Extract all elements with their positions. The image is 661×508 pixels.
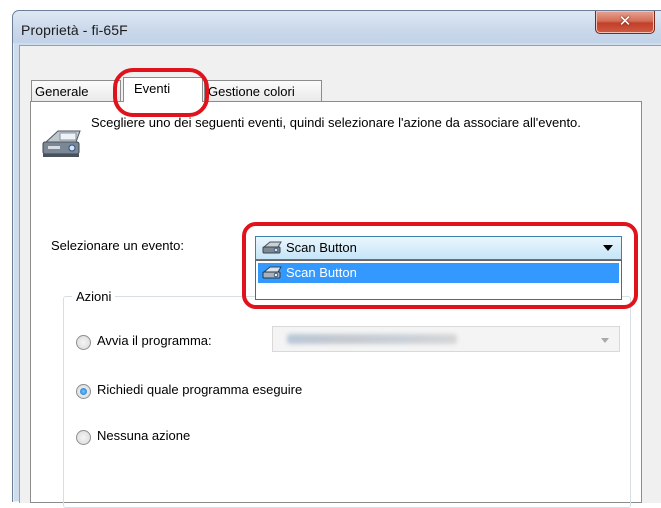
close-icon: ✕ — [618, 13, 632, 30]
radio-label-nessuna-azione: Nessuna azione — [97, 428, 191, 443]
close-button[interactable]: ✕ — [595, 11, 655, 34]
tab-generale[interactable]: Generale — [31, 80, 121, 102]
radio-label-avvia-programma: Avvia il programma: — [97, 333, 212, 348]
event-select-label: Selezionare un evento: — [51, 238, 184, 253]
event-description: Scegliere uno dei seguenti eventi, quind… — [91, 115, 581, 130]
chevron-down-icon[interactable] — [603, 245, 613, 251]
dropdown-option-scan-button[interactable]: Scan Button — [258, 263, 619, 283]
chevron-down-icon — [601, 338, 609, 343]
radio-avvia-programma[interactable] — [76, 335, 91, 350]
dropdown-option-label: Scan Button — [286, 265, 357, 280]
tab-label: Eventi — [134, 81, 171, 96]
actions-title: Azioni — [72, 289, 116, 304]
program-select[interactable] — [272, 326, 620, 352]
blurred-program-name — [287, 334, 457, 344]
tab-gestione-colori[interactable]: Gestione colori — [204, 80, 322, 102]
tab-label: Gestione colori — [208, 84, 295, 99]
radio-nessuna-azione[interactable] — [76, 430, 91, 445]
tab-label: Generale — [35, 84, 89, 99]
window-title: Proprietà - fi-65F — [21, 22, 128, 38]
scanner-icon — [42, 130, 81, 157]
selected-event-text: Scan Button — [286, 240, 357, 255]
radio-richiedi-programma[interactable] — [76, 384, 91, 399]
radio-label-richiedi-programma: Richiedi quale programma eseguire — [97, 382, 303, 397]
scan-button-icon — [262, 266, 282, 279]
event-select[interactable]: Scan Button — [255, 236, 622, 260]
title-bar: Proprietà - fi-65F ✕ — [13, 11, 661, 43]
scan-button-icon — [262, 241, 282, 254]
tab-eventi[interactable]: Eventi — [123, 77, 203, 102]
event-dropdown-list: Scan Button — [255, 260, 622, 300]
